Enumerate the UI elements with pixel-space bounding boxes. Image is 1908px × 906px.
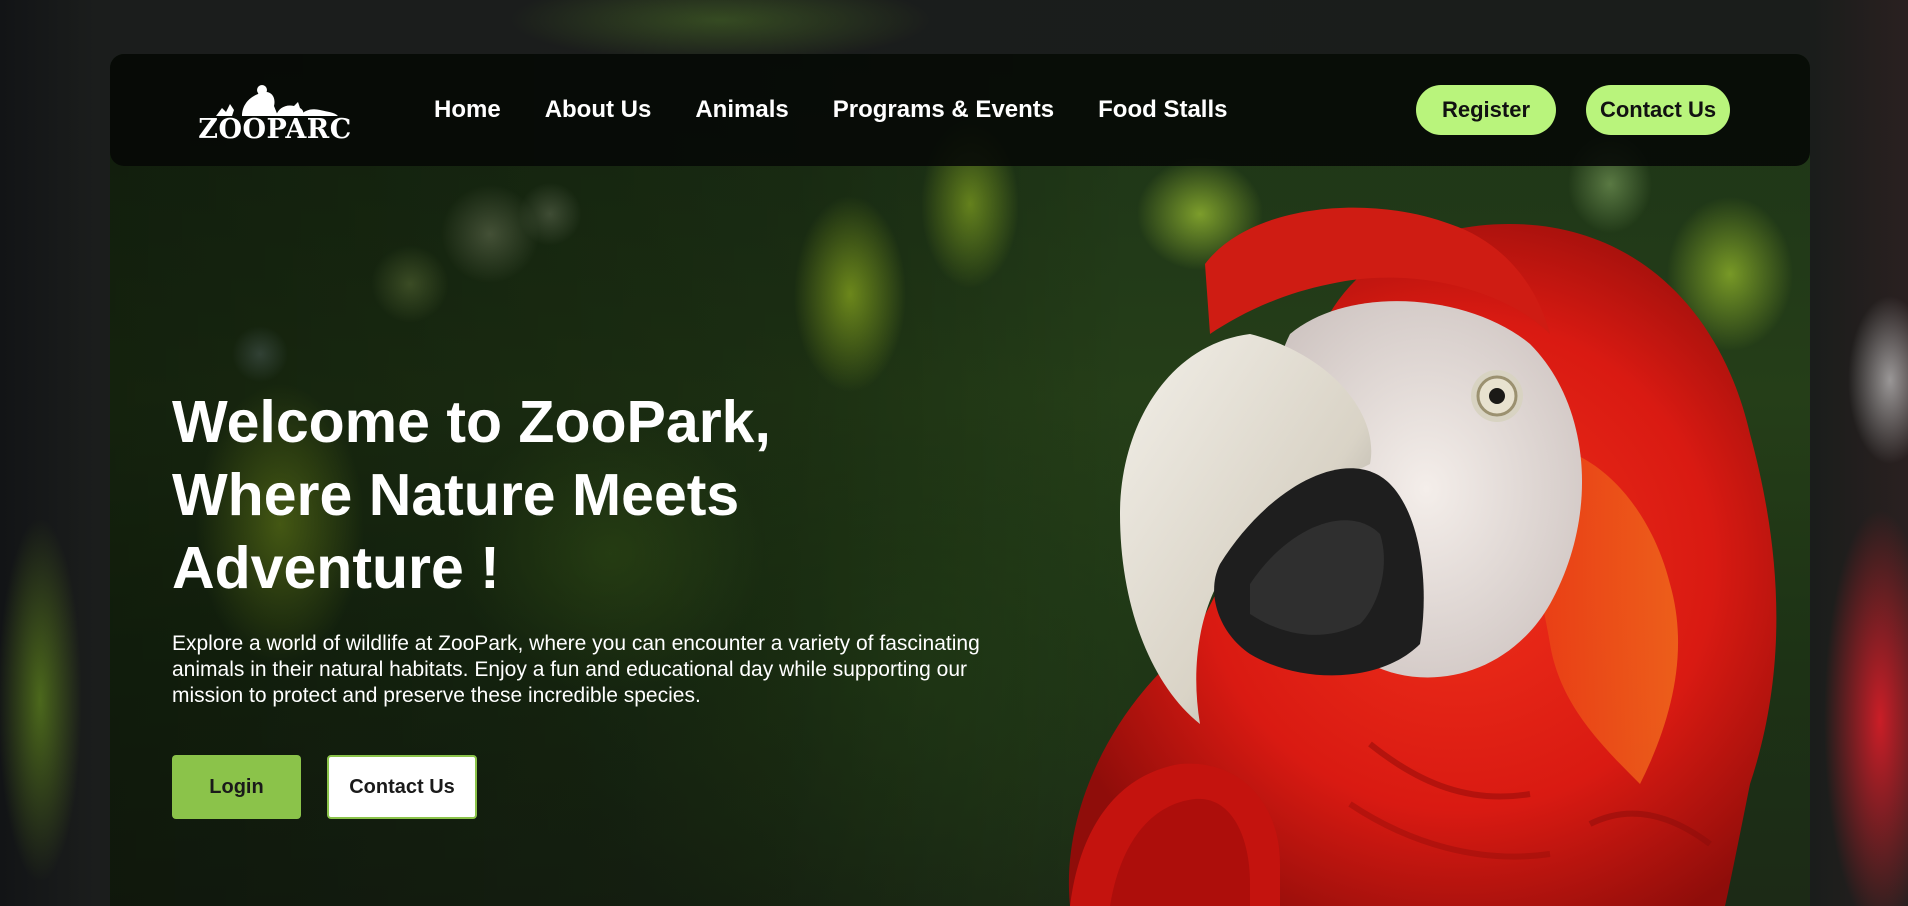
hero-contact-button[interactable]: Contact Us (327, 755, 477, 819)
login-button[interactable]: Login (172, 755, 301, 819)
nav-link-food-stalls[interactable]: Food Stalls (1098, 96, 1227, 124)
logo[interactable]: ZOOPARC (190, 82, 360, 144)
hero-description: Explore a world of wildlife at ZooPark, … (172, 632, 980, 707)
nav-links: Home About Us Animals Programs & Events … (434, 54, 1271, 166)
register-button[interactable]: Register (1416, 85, 1556, 135)
nav-link-home[interactable]: Home (434, 96, 501, 124)
logo-text: ZOOPARC (198, 114, 352, 145)
hero-title: Welcome to ZooPark, Where Nature Meets A… (172, 389, 771, 601)
zoo-animals-silhouette-icon (216, 85, 338, 116)
nav-contact-button[interactable]: Contact Us (1586, 85, 1730, 135)
parrot-image (1068, 207, 1777, 906)
page: ZOOPARC Home About Us Animals Programs &… (0, 0, 1908, 906)
nav-link-animals[interactable]: Animals (695, 96, 788, 124)
nav-link-about-us[interactable]: About Us (545, 96, 652, 124)
hero-content: Welcome to ZooPark, Where Nature Meets A… (172, 386, 1032, 709)
navbar: ZOOPARC Home About Us Animals Programs &… (110, 54, 1810, 166)
nav-link-programs-events[interactable]: Programs & Events (833, 96, 1054, 124)
hero-actions: Login Contact Us (172, 755, 477, 819)
